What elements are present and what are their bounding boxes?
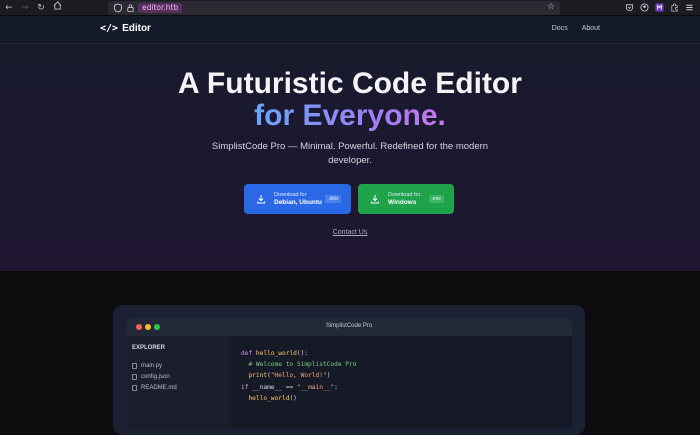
- download-deb-label: Debian, Ubuntu: [274, 199, 323, 206]
- extension-badge-icon[interactable]: [654, 2, 664, 12]
- download-deb-button[interactable]: Download for Debian, Ubuntu .deb: [244, 184, 351, 214]
- hero-headline: A Futuristic Code Editor: [178, 67, 522, 100]
- file-name: main.py: [141, 363, 163, 369]
- code-function: hello_world: [248, 394, 290, 402]
- brand-logo[interactable]: </> Editor: [100, 23, 151, 34]
- hero-subtext: SimplistCode Pro — Minimal. Powerful. Re…: [211, 141, 489, 166]
- download-exe-button[interactable]: Download for Windows .exe: [358, 184, 454, 214]
- code-function: print: [248, 372, 268, 380]
- deb-badge: .deb: [325, 195, 341, 203]
- brand-name: Editor: [122, 23, 151, 34]
- code-text: ():: [296, 350, 309, 357]
- url-bar[interactable]: editor.htb ☆: [108, 1, 560, 15]
- file-name: config.json: [141, 374, 170, 380]
- download-exe-label: Windows: [388, 199, 417, 206]
- contact-us-link[interactable]: Contact Us: [0, 229, 700, 236]
- code-string: "Hello, World!": [270, 372, 327, 380]
- star-icon[interactable]: ☆: [547, 2, 555, 12]
- explorer-heading: EXPLORER: [132, 345, 166, 351]
- nav-link-docs[interactable]: Docs: [552, 25, 568, 32]
- code-sample: def hello_world(): # Welcome to Simplist…: [241, 348, 356, 404]
- code-text: (): [289, 394, 297, 402]
- file-icon: [132, 363, 137, 369]
- code-text: :: [334, 383, 338, 391]
- account-icon[interactable]: [639, 2, 649, 12]
- lock-icon[interactable]: [126, 3, 135, 13]
- back-icon[interactable]: ←: [2, 1, 16, 15]
- code-comment: # Welcome to SimplistCode Pro: [248, 361, 357, 369]
- forward-icon[interactable]: →: [18, 1, 32, 15]
- editor-titlebar: SimplistCode Pro: [126, 318, 572, 336]
- extensions-icon[interactable]: [669, 2, 679, 12]
- reload-icon[interactable]: ↻: [34, 1, 48, 15]
- exe-badge: .exe: [428, 195, 444, 203]
- pocket-icon[interactable]: [624, 2, 634, 12]
- file-icon: [132, 374, 137, 380]
- page: </> Editor Docs About A Futuristic Code …: [0, 16, 700, 435]
- hero-section: </> Editor Docs About A Futuristic Code …: [0, 16, 700, 271]
- code-icon: </>: [100, 23, 119, 34]
- browser-toolbar: ← → ↻ editor.htb ☆: [0, 0, 700, 16]
- file-item-readme: README.md: [132, 385, 177, 391]
- home-icon[interactable]: [50, 0, 64, 15]
- code-function: hello_world: [255, 350, 297, 357]
- code-string: "__main__": [296, 383, 335, 391]
- file-name: README.md: [141, 385, 177, 391]
- file-icon: [132, 385, 137, 391]
- shield-icon[interactable]: [113, 3, 123, 13]
- explorer-sidebar: EXPLORER main.py config.json README.md: [126, 336, 231, 428]
- url-text[interactable]: editor.htb: [138, 3, 183, 13]
- code-keyword: def: [241, 350, 253, 357]
- menu-icon[interactable]: [684, 2, 694, 12]
- download-icon: [257, 195, 265, 204]
- editor-window-title: SimplistCode Pro: [325, 323, 373, 329]
- hero-headline-accent: for Everyone.: [0, 100, 700, 132]
- file-item-config: config.json: [132, 374, 170, 380]
- code-text: __name__ ==: [248, 383, 297, 391]
- hero-headline-accent-text: for Everyone.: [254, 99, 446, 132]
- download-deb-caption: Download for: [274, 192, 307, 198]
- file-item-main: main.py: [132, 363, 162, 369]
- download-icon: [371, 195, 379, 204]
- top-navbar: </> Editor Docs About: [0, 16, 700, 44]
- code-text: ): [326, 372, 331, 380]
- download-exe-caption: Download for: [388, 192, 421, 198]
- nav-link-about[interactable]: About: [582, 25, 600, 32]
- editor-preview-window: SimplistCode Pro EXPLORER main.py config…: [126, 318, 572, 428]
